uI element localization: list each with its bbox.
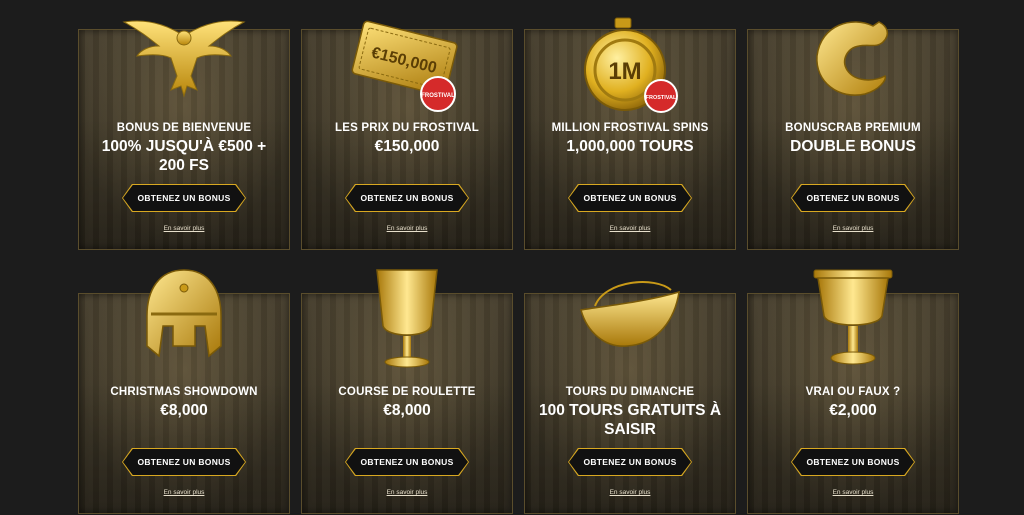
- promo-headline: 100% JUSQU'À €500 + 200 FS: [101, 138, 267, 174]
- promo-subtitle: TOURS DU DIMANCHE: [565, 386, 695, 398]
- frostival-badge: FROSTIVAL: [421, 93, 455, 99]
- promo-headline: 1,000,000 TOURS: [566, 138, 694, 155]
- promo-card-bonuscrab-premium: BONUSCRAB PREMIUM DOUBLE BONUS OBTENEZ U…: [747, 21, 959, 250]
- learn-more-link[interactable]: En savoir plus: [302, 225, 512, 232]
- promo-card-true-or-false: VRAI OU FAUX ? €2,000 OBTENEZ UN BONUS E…: [747, 269, 959, 514]
- promo-card-frostival-prizes: €150,000 FROSTIVAL LES PRIX DU FROSTIVAL…: [301, 20, 513, 250]
- promo-subtitle: COURSE DE ROULETTE: [338, 386, 476, 398]
- learn-more-link[interactable]: En savoir plus: [525, 489, 735, 496]
- get-bonus-button[interactable]: OBTENEZ UN BONUS: [792, 449, 914, 475]
- promo-subtitle: VRAI OU FAUX ?: [805, 386, 901, 398]
- frostival-badge: FROSTIVAL: [646, 95, 677, 101]
- promotions-grid: BONUS DE BIENVENUE 100% JUSQU'À €500 + 2…: [0, 0, 1024, 515]
- promo-subtitle: BONUSCRAB PREMIUM: [785, 122, 921, 134]
- promo-headline: 100 TOURS GRATUITS À SAISIR: [539, 402, 722, 438]
- golden-medal-icon: 1M FROSTIVAL: [584, 17, 678, 113]
- promo-subtitle: CHRISTMAS SHOWDOWN: [110, 386, 258, 398]
- golden-helmet-icon: [146, 269, 222, 358]
- get-bonus-button[interactable]: OBTENEZ UN BONUS: [569, 185, 691, 211]
- promo-headline: €150,000: [374, 138, 440, 155]
- promo-card-million-spins: 1M FROSTIVAL MILLION FROSTIVAL SPINS 1,0…: [524, 17, 736, 250]
- promo-headline: €8,000: [383, 402, 431, 419]
- learn-more-link[interactable]: En savoir plus: [79, 225, 289, 232]
- get-bonus-button[interactable]: OBTENEZ UN BONUS: [346, 185, 468, 211]
- golden-chalice-icon: [813, 269, 893, 365]
- promo-card-welcome-bonus: BONUS DE BIENVENUE 100% JUSQU'À €500 + 2…: [78, 20, 290, 250]
- promo-headline: €8,000: [160, 402, 208, 419]
- get-bonus-button[interactable]: OBTENEZ UN BONUS: [569, 449, 691, 475]
- get-bonus-button[interactable]: OBTENEZ UN BONUS: [123, 449, 245, 475]
- promo-subtitle: LES PRIX DU FROSTIVAL: [335, 122, 479, 134]
- learn-more-link[interactable]: En savoir plus: [525, 225, 735, 232]
- promo-subtitle: MILLION FROSTIVAL SPINS: [551, 122, 709, 134]
- get-bonus-button[interactable]: OBTENEZ UN BONUS: [123, 185, 245, 211]
- medal-text: 1M: [608, 58, 641, 85]
- promo-card-sunday-spins: TOURS DU DIMANCHE 100 TOURS GRATUITS À S…: [524, 281, 736, 514]
- promo-headline: €2,000: [829, 402, 877, 419]
- learn-more-link[interactable]: En savoir plus: [748, 225, 958, 232]
- golden-boat-bowl-icon: [580, 281, 680, 347]
- promo-card-roulette-race: COURSE DE ROULETTE €8,000 OBTENEZ UN BON…: [301, 269, 513, 514]
- golden-ticket-icon: €150,000 FROSTIVAL: [351, 20, 458, 112]
- learn-more-link[interactable]: En savoir plus: [748, 489, 958, 496]
- promo-card-christmas-showdown: CHRISTMAS SHOWDOWN €8,000 OBTENEZ UN BON…: [78, 269, 290, 514]
- promo-headline: DOUBLE BONUS: [790, 138, 916, 155]
- get-bonus-button[interactable]: OBTENEZ UN BONUS: [792, 185, 914, 211]
- golden-goblet-icon: [376, 269, 438, 368]
- learn-more-link[interactable]: En savoir plus: [79, 489, 289, 496]
- golden-crab-claw-icon: [816, 21, 889, 96]
- golden-eagle-icon: [122, 20, 246, 98]
- promo-subtitle: BONUS DE BIENVENUE: [116, 122, 252, 134]
- get-bonus-button[interactable]: OBTENEZ UN BONUS: [346, 449, 468, 475]
- learn-more-link[interactable]: En savoir plus: [302, 489, 512, 496]
